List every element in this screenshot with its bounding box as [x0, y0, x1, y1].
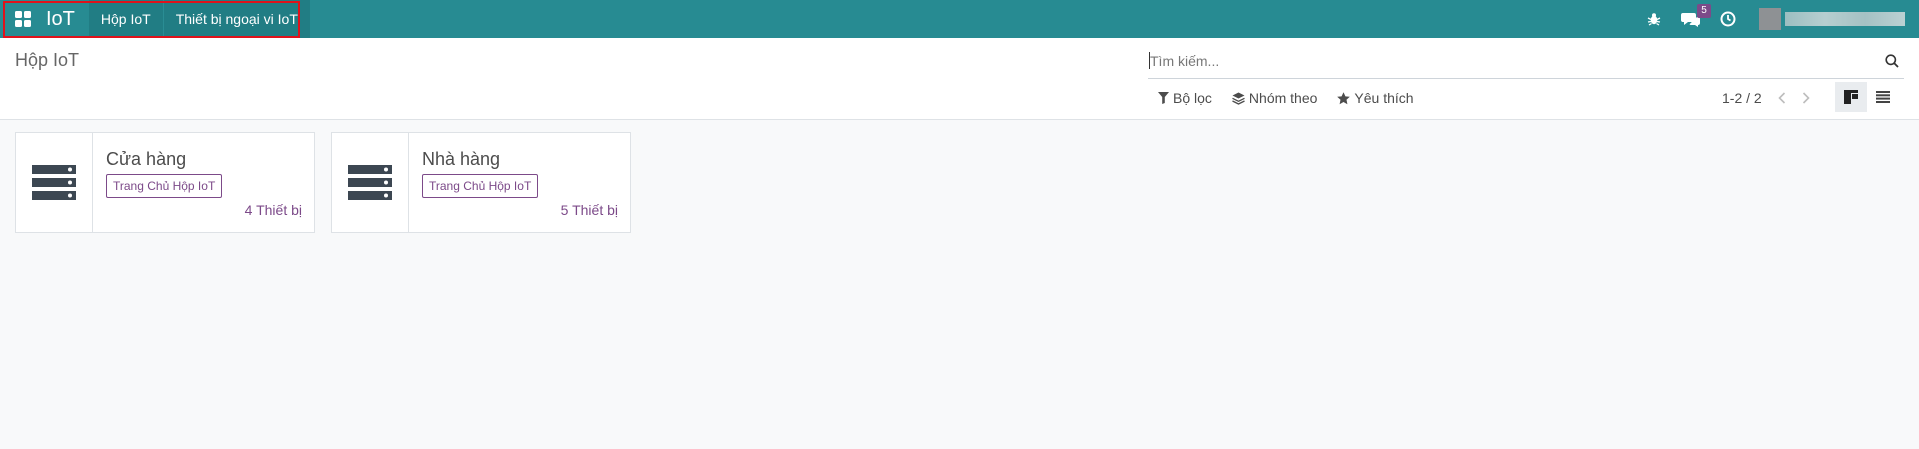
card-tag[interactable]: Trang Chủ Hộp IoT — [422, 174, 539, 198]
filter-icon — [1158, 92, 1169, 104]
kanban-view-icon[interactable] — [1835, 82, 1867, 112]
nav-left: IoT Hộp IoT Thiết bị ngoại vi IoT — [4, 0, 310, 38]
nav-right: 5 — [1637, 0, 1919, 38]
avatar[interactable] — [1759, 8, 1781, 30]
layers-icon — [1232, 92, 1245, 105]
card-body: Cửa hàng Trang Chủ Hộp IoT 4 Thiết bị — [93, 133, 314, 232]
device-count-link[interactable]: 4 Thiết bị — [245, 202, 302, 218]
apps-grid-icon[interactable] — [4, 0, 42, 38]
search-options: Bộ lọc Nhóm theo Yêu thích — [1158, 86, 1434, 110]
comments-icon[interactable]: 5 — [1671, 0, 1711, 38]
card-title: Nhà hàng — [422, 149, 501, 169]
favorites-button[interactable]: Yêu thích — [1337, 90, 1414, 106]
server-icon — [332, 133, 409, 232]
message-count-badge: 5 — [1697, 4, 1711, 18]
user-name-blurred[interactable] — [1785, 12, 1905, 26]
bug-icon[interactable] — [1637, 0, 1671, 38]
chevron-right-icon[interactable] — [1802, 92, 1810, 104]
star-icon — [1337, 91, 1351, 104]
group-by-button[interactable]: Nhóm theo — [1232, 90, 1317, 106]
card-tag[interactable]: Trang Chủ Hộp IoT — [106, 174, 223, 198]
card-title: Cửa hàng — [106, 149, 187, 169]
pager: 1-2 / 2 — [1722, 86, 1810, 110]
pager-value[interactable]: 1-2 / 2 — [1722, 90, 1762, 106]
filter-label: Bộ lọc — [1173, 90, 1212, 106]
kanban-card[interactable]: Cửa hàng Trang Chủ Hộp IoT 4 Thiết bị — [15, 132, 315, 233]
search-icon[interactable] — [1880, 50, 1904, 72]
card-body: Nhà hàng Trang Chủ Hộp IoT 5 Thiết bị — [409, 133, 630, 232]
menu-item-iot-boxes[interactable]: Hộp IoT — [88, 0, 163, 38]
menu-item-iot-devices[interactable]: Thiết bị ngoại vi IoT — [162, 0, 310, 38]
device-count-link[interactable]: 5 Thiết bị — [561, 202, 618, 218]
kanban-view: Cửa hàng Trang Chủ Hộp IoT 4 Thiết bị Nh… — [15, 132, 647, 233]
list-view-icon[interactable] — [1867, 82, 1899, 112]
top-navbar: IoT Hộp IoT Thiết bị ngoại vi IoT 5 — [0, 0, 1919, 38]
server-icon — [16, 133, 93, 232]
text-cursor — [1149, 52, 1150, 69]
group-by-label: Nhóm theo — [1248, 90, 1318, 106]
search-input[interactable] — [1148, 50, 1870, 72]
filter-button[interactable]: Bộ lọc — [1158, 90, 1212, 106]
page-title: Hộp IoT — [15, 50, 80, 70]
control-panel: Hộp IoT Bộ lọc Nhóm theo — [0, 38, 1919, 120]
view-switcher — [1835, 82, 1899, 112]
chevron-left-icon[interactable] — [1778, 92, 1786, 104]
favorites-label: Yêu thích — [1354, 90, 1414, 106]
search-bar — [1148, 46, 1904, 79]
app-brand[interactable]: IoT — [42, 0, 89, 38]
clock-icon[interactable] — [1711, 0, 1745, 38]
kanban-card[interactable]: Nhà hàng Trang Chủ Hộp IoT 5 Thiết bị — [331, 132, 631, 233]
